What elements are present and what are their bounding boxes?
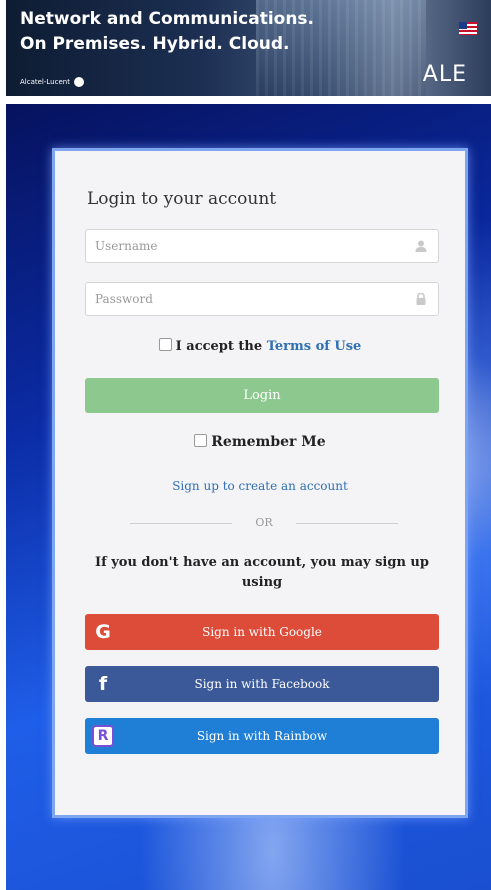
facebook-signin-button[interactable]: f Sign in with Facebook <box>85 666 439 702</box>
login-card: Login to your account I accept the Terms… <box>52 148 468 818</box>
google-signin-label: Sign in with Google <box>202 625 322 639</box>
banner-headline-line1: Network and Communications. <box>20 9 315 29</box>
password-input[interactable] <box>86 283 395 315</box>
google-icon: G <box>95 621 111 643</box>
login-button[interactable]: Login <box>85 378 439 413</box>
us-flag-icon[interactable] <box>459 22 477 35</box>
username-field[interactable] <box>85 229 439 263</box>
divider-line-left <box>130 523 232 524</box>
remember-me-checkbox[interactable] <box>194 434 208 447</box>
accept-terms-checkbox[interactable] <box>158 338 172 351</box>
alcatel-lucent-logo-text: Alcatel-Lucent <box>20 78 70 86</box>
alternative-signup-text: If you don't have an account, you may si… <box>95 555 429 590</box>
terms-of-use-link[interactable]: Terms of Use <box>267 339 362 354</box>
rainbow-signin-label: Sign in with Rainbow <box>196 729 328 743</box>
alcatel-lucent-logo: Alcatel-Lucent <box>20 76 84 88</box>
user-icon <box>415 240 427 252</box>
login-title: Login to your account <box>87 189 277 209</box>
facebook-signin-label: Sign in with Facebook <box>194 677 330 691</box>
or-divider: OR <box>130 516 398 530</box>
google-signin-button[interactable]: G Sign in with Google <box>85 614 439 650</box>
rainbow-signin-button[interactable]: R Sign in with Rainbow <box>85 718 439 754</box>
divider-line-right <box>296 523 398 524</box>
facebook-icon: f <box>98 673 108 695</box>
remember-me-label: Remember Me <box>211 434 326 450</box>
password-field[interactable] <box>85 282 439 316</box>
banner-headline-line2: On Premises. Hybrid. Cloud. <box>20 34 290 54</box>
terms-row: I accept the Terms of Use <box>55 338 465 354</box>
accept-terms-label: I accept the <box>175 339 263 354</box>
username-input[interactable] <box>86 230 395 262</box>
signup-link[interactable]: Sign up to create an account <box>55 479 465 493</box>
lock-icon <box>416 292 426 305</box>
or-text: OR <box>255 516 273 529</box>
rainbow-icon: R <box>85 718 121 754</box>
remember-me-row: Remember Me <box>55 434 465 450</box>
header-banner: Network and Communications. On Premises.… <box>6 0 491 96</box>
ale-logo: ALE <box>422 62 467 87</box>
alcatel-lucent-mark-icon <box>73 77 84 87</box>
